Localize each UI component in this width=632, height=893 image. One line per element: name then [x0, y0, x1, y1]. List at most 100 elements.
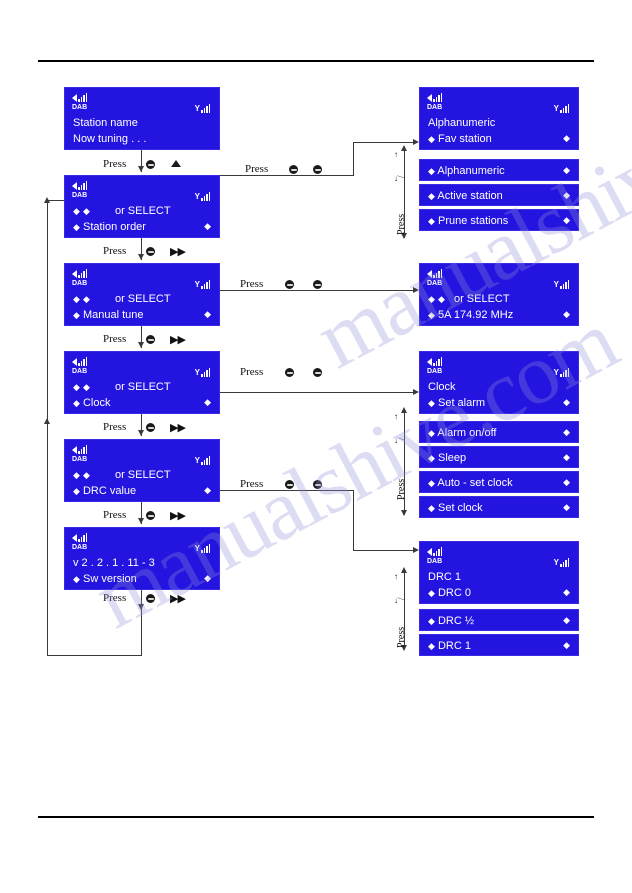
dab-logo-icon: DAB	[72, 192, 88, 199]
loopback-bottom	[47, 655, 142, 656]
diamond-icon: ◆	[428, 398, 435, 408]
cross-knob-2b[interactable]	[313, 280, 322, 289]
diamond-icon: ◆	[73, 222, 80, 232]
menu-item-set-clock[interactable]: ◆ Set clock ◆	[419, 496, 579, 518]
select-knob-icon-3[interactable]	[146, 335, 155, 344]
fast-forward-icon-3[interactable]: ▶▶	[170, 335, 186, 346]
triangle-up-icon-1[interactable]	[171, 160, 181, 167]
diamond-icon: ◆	[428, 310, 435, 320]
lcd-line-2-text: Clock	[82, 397, 111, 409]
lcd-line-2: ◆ Sw version	[73, 572, 137, 586]
menu-item-prune-stations[interactable]: ◆ Prune stations ◆	[419, 209, 579, 231]
scroll-press-label-3: Press	[396, 626, 407, 648]
cross-line-4-h1	[220, 490, 353, 491]
lcd-select-line: ◆ ◆ or SELECT	[428, 292, 510, 306]
dab-logo-icon: DAB	[72, 544, 88, 551]
loopback-up	[47, 200, 48, 656]
lcd-select-text: or SELECT	[114, 381, 171, 393]
fast-forward-icon-5[interactable]: ▶▶	[170, 511, 186, 522]
diamond-icon-right: ◆	[563, 615, 570, 625]
menu-item-text: Alarm on/off	[437, 427, 497, 439]
lcd-screen-manual-tune: DAB Y ◆ ◆ or SELECT ◆ Manual tune ◆	[64, 263, 220, 326]
cross-knob-1b[interactable]	[313, 165, 322, 174]
menu-item-text: Active station	[437, 190, 503, 202]
lcd-line-2-text: DRC 0	[437, 587, 471, 599]
diamond-icon: ◆	[428, 216, 435, 226]
signal-strength-icon: Y	[554, 279, 570, 289]
lcd-line-2-text: Manual tune	[82, 309, 144, 321]
menu-item-active-station[interactable]: ◆ Active station ◆	[419, 184, 579, 206]
cross-knob-3a[interactable]	[285, 368, 294, 377]
menu-item-alphanumeric[interactable]: ◆ Alphanumeric ◆	[419, 159, 579, 181]
scroll-up-icon-3: ↑	[394, 572, 398, 581]
fast-forward-icon-2[interactable]: ▶▶	[170, 247, 186, 258]
menu-item-sleep[interactable]: ◆ Sleep ◆	[419, 446, 579, 468]
lcd-screen-set-alarm: DAB Y Clock ◆ Set alarm ◆	[419, 351, 579, 414]
lcd-line-1: v 2 . 2 . 1 . 11 - 3	[73, 557, 155, 569]
diamond-icon-right: ◆	[563, 165, 570, 175]
diamond-icon-far-right: ◆	[204, 397, 211, 407]
cross-press-label-4: Press	[240, 478, 264, 490]
cross-knob-2a[interactable]	[285, 280, 294, 289]
diamond-icon: ◆	[73, 310, 80, 320]
flow-arrow-5	[137, 518, 144, 524]
menu-item-auto-set-clock[interactable]: ◆ Auto - set clock ◆	[419, 471, 579, 493]
menu-item-label: ◆ DRC 1	[428, 639, 471, 653]
fast-forward-icon-6[interactable]: ▶▶	[170, 594, 186, 605]
signal-strength-icon: Y	[195, 279, 211, 289]
lcd-line-2-text: Set alarm	[437, 397, 486, 409]
diamond-icon: ◆	[428, 616, 435, 626]
diamond-icon-left: ◆	[73, 294, 80, 304]
menu-item-text: Set clock	[437, 502, 483, 514]
page-rule-top	[38, 60, 594, 62]
flow-arrow-3	[137, 342, 144, 348]
diamond-icon-far-right: ◆	[204, 573, 211, 583]
diamond-icon-right: ◆	[563, 477, 570, 487]
diamond-icon: ◆	[428, 453, 435, 463]
lcd-line-2: ◆ Set alarm	[428, 396, 485, 410]
select-knob-icon-6[interactable]	[146, 594, 155, 603]
cross-knob-4b[interactable]	[313, 480, 322, 489]
press-label-3: Press	[103, 333, 127, 345]
select-knob-icon-1[interactable]	[146, 160, 155, 169]
cross-knob-4a[interactable]	[285, 480, 294, 489]
lcd-line-1: Alphanumeric	[428, 117, 496, 129]
diamond-icon-right: ◆	[563, 502, 570, 512]
signal-strength-icon: Y	[195, 191, 211, 201]
lcd-frequency-text: 5A 174.92 MHz	[437, 309, 514, 321]
menu-item-label: ◆ Alarm on/off	[428, 426, 496, 440]
select-knob-icon-5[interactable]	[146, 511, 155, 520]
diamond-icon-far-right: ◆	[204, 309, 211, 319]
dab-logo-icon: DAB	[72, 104, 88, 111]
diamond-icon: ◆	[73, 486, 80, 496]
menu-item-drc-1[interactable]: ◆ DRC 1 ◆	[419, 634, 579, 656]
cross-knob-3b[interactable]	[313, 368, 322, 377]
press-label-6: Press	[103, 592, 127, 604]
diamond-icon: ◆	[428, 588, 435, 598]
speaker-volume-icon	[72, 533, 88, 542]
menu-item-label: ◆ Sleep	[428, 451, 466, 465]
lcd-screen-station-name: DAB Y Station name Now tuning . . .	[64, 87, 220, 150]
menu-item-text: Alphanumeric	[437, 165, 505, 177]
press-label-5: Press	[103, 509, 127, 521]
scroll-press-label-1: Press	[396, 213, 407, 235]
menu-item-alarm-on-off[interactable]: ◆ Alarm on/off ◆	[419, 421, 579, 443]
select-knob-icon-2[interactable]	[146, 247, 155, 256]
diamond-icon-left: ◆	[73, 470, 80, 480]
lcd-select-line: ◆ ◆ or SELECT	[73, 468, 171, 482]
diamond-icon-far-right: ◆	[563, 397, 570, 407]
select-knob-icon-4[interactable]	[146, 423, 155, 432]
lcd-select-line: ◆ ◆ or SELECT	[73, 204, 171, 218]
cross-knob-1a[interactable]	[289, 165, 298, 174]
fast-forward-icon-4[interactable]: ▶▶	[170, 423, 186, 434]
signal-strength-icon: Y	[554, 557, 570, 567]
dab-logo-icon: DAB	[427, 368, 443, 375]
lcd-screen-drc: DAB Y DRC 1 ◆ DRC 0 ◆	[419, 541, 579, 604]
menu-item-drc-half[interactable]: ◆ DRC ½ ◆	[419, 609, 579, 631]
menu-item-text: Prune stations	[437, 215, 509, 227]
flow-arrow-1	[137, 166, 144, 172]
cross-line-2	[220, 290, 415, 291]
dab-logo-icon: DAB	[427, 104, 443, 111]
lcd-line-2: ◆ Station order	[73, 220, 146, 234]
scroll-down-icon-2: ↓	[394, 436, 398, 445]
